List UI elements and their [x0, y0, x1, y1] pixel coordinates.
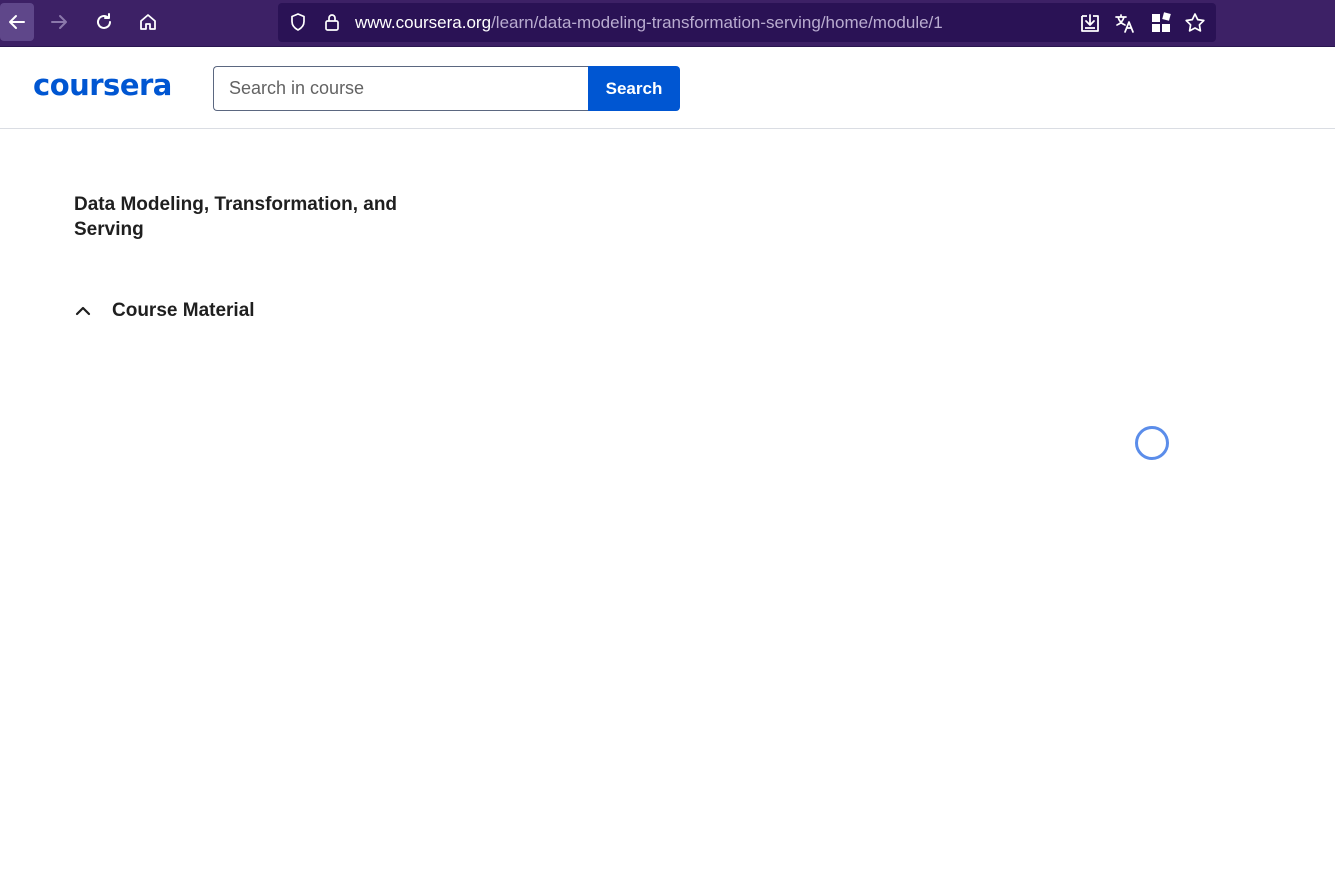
search-input[interactable] — [213, 66, 589, 111]
course-title[interactable]: Data Modeling, Transformation, and Servi… — [74, 192, 404, 242]
reload-icon — [97, 13, 111, 29]
lock-icon[interactable] — [322, 12, 342, 37]
loading-spinner-icon — [1135, 426, 1169, 460]
search-button[interactable]: Search — [588, 66, 680, 111]
forward-arrow-icon — [51, 15, 67, 29]
url-path: /learn/data-modeling-transformation-serv… — [491, 13, 943, 32]
url-domain: www.coursera.org — [355, 13, 492, 32]
forward-button[interactable] — [42, 3, 76, 41]
site-header: coursera Search — [0, 48, 1335, 129]
bookmark-star-icon[interactable] — [1184, 12, 1206, 39]
home-icon — [140, 14, 156, 30]
extensions-icon[interactable] — [1150, 12, 1172, 39]
back-button[interactable] — [0, 3, 34, 41]
translate-icon[interactable] — [1114, 12, 1136, 39]
reload-button[interactable] — [87, 3, 121, 41]
address-bar[interactable]: www.coursera.org/learn/data-modeling-tra… — [278, 3, 1216, 42]
home-button[interactable] — [131, 3, 165, 41]
course-material-label: Course Material — [112, 300, 255, 321]
browser-toolbar: www.coursera.org/learn/data-modeling-tra… — [0, 0, 1335, 47]
back-arrow-icon — [9, 15, 25, 29]
url-text[interactable]: www.coursera.org/learn/data-modeling-tra… — [355, 13, 943, 33]
shield-icon[interactable] — [288, 12, 308, 37]
course-material-toggle[interactable]: Course Material — [72, 297, 255, 325]
chevron-up-icon — [75, 306, 91, 316]
coursera-logo[interactable]: coursera — [33, 68, 172, 102]
download-icon[interactable] — [1079, 12, 1101, 39]
